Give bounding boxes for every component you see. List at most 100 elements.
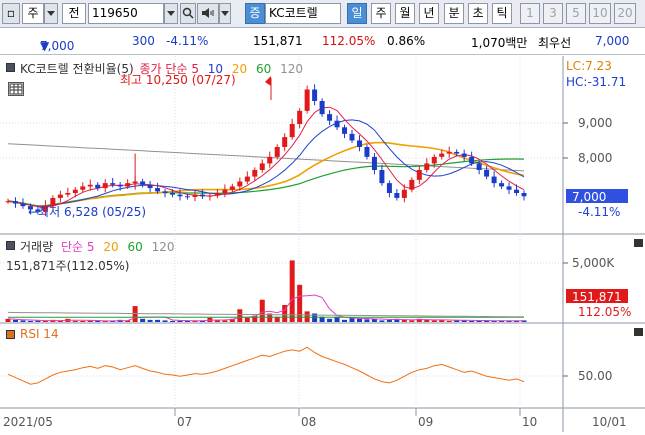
x-label-07: 07 [177,415,192,429]
period-button-3[interactable]: 3 [543,3,563,24]
chevron-down-icon[interactable] [219,3,231,24]
candle-body [222,189,228,193]
tab-day[interactable]: 일 [347,3,367,24]
volume-ma-60-label: 60 [127,240,143,254]
chart-area[interactable]: 9,000 8,000 LC:7.23 HC:-31.71 7,000 -4.1… [0,56,645,432]
volume-bar [80,320,86,322]
turnover-rate: 0.86% [387,34,426,48]
volume-bar [431,320,437,322]
candle-body [57,194,63,198]
ma-20-label: 20 [231,62,248,76]
exchange-badge: 증 [245,3,265,24]
candle-body [379,170,385,184]
period-button-1[interactable]: 1 [520,3,540,24]
price-panel-header: KC코트렐 전환비율(5) 종가 단순 5 10 20 60 120 [6,60,303,77]
candle-body [371,156,377,170]
x-label-10: 10 [522,415,537,429]
candle-body [476,163,482,170]
volume-panel-title: 거래량 [20,240,54,254]
candle-body [237,181,243,187]
candle-body [12,201,18,204]
stock-name-field: KC코트렐 [265,3,341,24]
volume-bar [20,320,26,322]
period-button-20[interactable]: 20 [614,3,636,24]
candle-body [140,181,146,185]
volume-bar [35,320,41,322]
stock-code-input[interactable]: 119650 [88,3,164,24]
candle-body [110,183,116,185]
volume-tick: 5,000K [572,256,615,270]
tab-tick[interactable]: 틱 [492,3,512,24]
tab-minute[interactable]: 분 [444,3,464,24]
panel-toggle-icon[interactable] [6,330,15,339]
lc-label: LC:7.23 [566,59,612,73]
close-icon[interactable] [634,239,643,247]
tab-week[interactable]: 주 [371,3,391,24]
tab-second[interactable]: 초 [468,3,488,24]
period-button-10[interactable]: 10 [589,3,611,24]
volume-bar [327,318,333,322]
volume-bar [140,318,146,322]
price-tick-8000: 8,000 [578,151,612,165]
candle-body [409,179,415,190]
candle-body [162,191,168,193]
candle-body [431,156,437,164]
volume-bar [342,319,348,322]
close-icon[interactable] [634,328,643,336]
volume-ma-label: 단순 [60,240,84,254]
volume-bar [424,319,430,322]
period-button-5[interactable]: 5 [566,3,586,24]
candle-body [20,203,26,207]
volume-bar [289,260,295,322]
volume-bar [356,318,362,322]
search-icon[interactable] [180,3,196,24]
square-icon[interactable]: ▫ [2,3,20,24]
tab-month[interactable]: 월 [395,3,415,24]
candle-body [192,194,198,197]
volume-bar [297,284,303,322]
volume-bar [409,320,415,322]
x-label-right: 10/01 [592,415,627,429]
volume-bar [222,320,228,322]
candle-body [259,163,265,170]
panel-toggle-icon[interactable] [6,241,15,250]
current-change-tag: -4.11% [578,205,620,219]
candle-body [72,189,78,193]
candle-body [416,170,422,180]
candle-body [117,184,123,187]
candle-body [491,176,497,184]
volume-bar [401,319,407,322]
chevron-down-icon[interactable] [164,3,178,24]
market-select[interactable]: 주 [22,3,44,24]
current-price-tag-text: 7,000 [572,190,606,204]
volume-ma-120-label: 120 [151,240,175,254]
candle-body [125,183,131,187]
jeon-button[interactable]: 전 [62,3,86,24]
x-label-2021-05: 2021/05 [3,415,53,429]
ma-60-label: 60 [256,62,272,76]
volume-bar [304,311,310,322]
candle-body [356,140,362,147]
panel-toggle-icon[interactable] [6,63,15,72]
candle-body [214,193,220,196]
speaker-icon[interactable] [197,3,219,24]
candle-body [102,183,108,189]
grid-table-icon[interactable] [8,82,24,96]
candle-body [184,196,190,198]
chevron-down-icon[interactable] [44,3,58,24]
candle-body [87,184,93,187]
market-label: 주 [27,6,39,20]
volume-bar [386,319,392,322]
price-panel-title: KC코트렐 전환비율(5) [20,62,134,76]
candle-body [177,194,183,197]
volume-ma-20-label: 20 [103,240,119,254]
candle-body [439,153,445,157]
rsi-tick: 50.00 [578,369,612,383]
volume-bar [469,320,475,322]
candle-body [521,193,527,197]
tab-year[interactable]: 년 [419,3,439,24]
candle-body [342,127,348,134]
candle-body [274,147,280,157]
candle-body [312,89,318,101]
candle-body [252,170,258,177]
